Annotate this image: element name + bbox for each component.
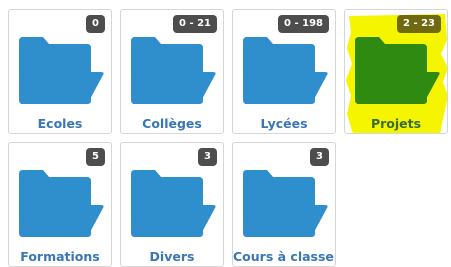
count-badge: 0 - 21: [173, 15, 217, 33]
count-badge: 5: [86, 148, 105, 166]
folder-tile-colleges[interactable]: 0 - 21 Collèges: [120, 9, 224, 134]
folder-label: Ecoles: [37, 116, 83, 131]
count-badge: 0: [86, 15, 105, 33]
folder-label: Lycées: [260, 116, 308, 131]
folder-icon: [243, 170, 328, 237]
folder-icon: [19, 170, 104, 237]
count-badge: 3: [198, 148, 217, 166]
folder-label: Projets: [370, 116, 422, 131]
count-badge: 2 - 23: [397, 15, 441, 33]
folder-label: Formations: [20, 249, 100, 264]
folder-icon: [131, 170, 216, 237]
folder-label: Collèges: [142, 116, 202, 131]
folder-tile-formations[interactable]: 5 Formations: [8, 142, 112, 267]
folder-tile-projets[interactable]: 2 - 23 Projets: [344, 9, 448, 134]
count-badge: 3: [310, 148, 329, 166]
folder-label: Divers: [149, 249, 195, 264]
folder-tile-ecoles[interactable]: 0 Ecoles: [8, 9, 112, 134]
folder-label: Cours à classer: [233, 249, 336, 264]
folder-grid: 0 Ecoles 0 - 21 Collèges 0 - 198 Lycées …: [0, 0, 451, 267]
folder-icon: [19, 37, 104, 104]
folder-tile-lycees[interactable]: 0 - 198 Lycées: [232, 9, 336, 134]
count-badge: 0 - 198: [278, 15, 329, 33]
folder-icon: [355, 37, 440, 104]
folder-icon: [243, 37, 328, 104]
folder-icon: [131, 37, 216, 104]
folder-tile-divers[interactable]: 3 Divers: [120, 142, 224, 267]
folder-tile-cours-a-classer[interactable]: 3 Cours à classer: [232, 142, 336, 267]
